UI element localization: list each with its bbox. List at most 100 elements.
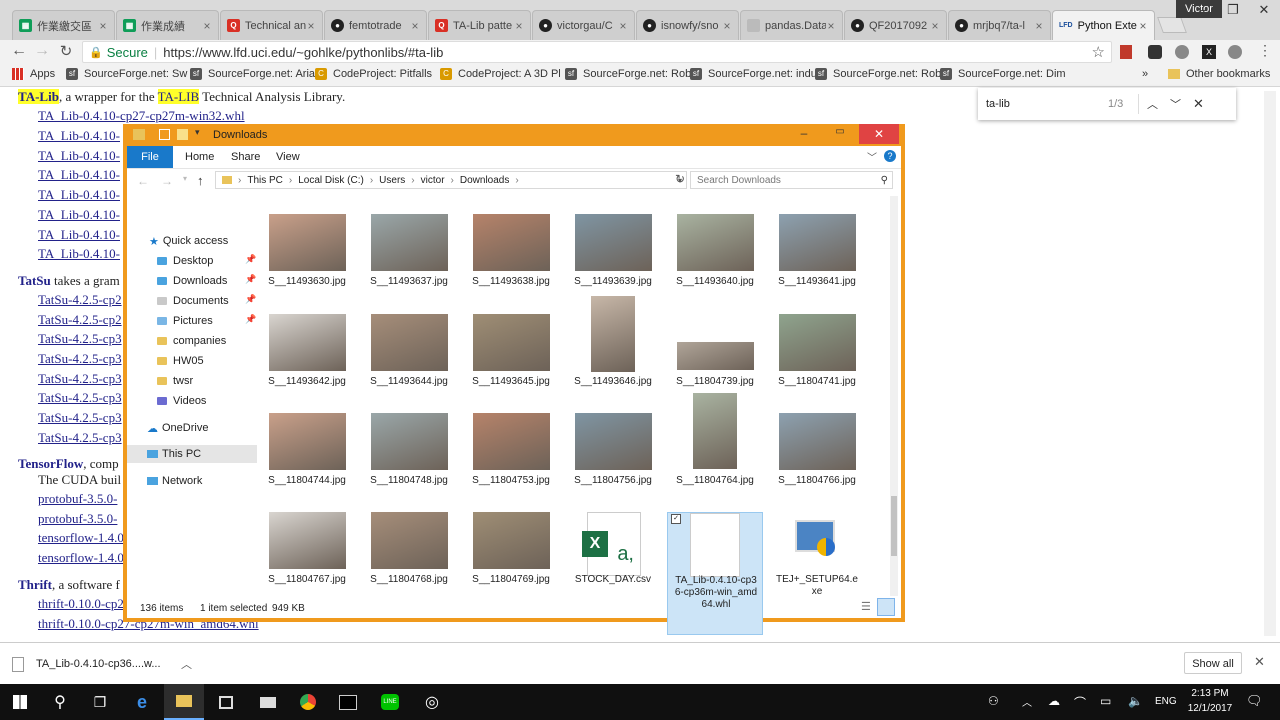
breadcrumb-item[interactable]: Downloads: [460, 175, 509, 186]
breadcrumb-item[interactable]: Users: [379, 175, 405, 186]
bookmark-item[interactable]: sf SourceForge.net: Aria: [190, 68, 315, 80]
nav-onedrive[interactable]: ☁ OneDrive: [147, 419, 208, 437]
language-indicator[interactable]: ENG: [1155, 696, 1177, 707]
onedrive-icon[interactable]: ☁: [1048, 694, 1060, 708]
terminal-icon[interactable]: [328, 684, 368, 720]
page-scrollbar[interactable]: [1264, 91, 1276, 636]
download-link[interactable]: protobuf-3.5.0-: [38, 511, 117, 527]
download-link[interactable]: TA_Lib-0.4.10-: [38, 148, 120, 164]
download-link[interactable]: TatSu-4.2.5-cp3: [38, 390, 122, 406]
people-icon[interactable]: ⚇: [988, 694, 999, 708]
close-button[interactable]: ✕: [859, 124, 899, 144]
download-link[interactable]: TA_Lib-0.4.10-: [38, 207, 120, 223]
nav-network[interactable]: Network: [147, 472, 202, 490]
talib-heading[interactable]: TA-Lib: [18, 89, 59, 104]
nav-downloads[interactable]: Downloads: [157, 272, 227, 290]
ribbon-tab-file[interactable]: File: [127, 146, 173, 168]
bookmark-item[interactable]: sf SourceForge.net: Rob: [565, 68, 691, 80]
ribbon-tab-view[interactable]: View: [276, 151, 300, 163]
find-close-icon[interactable]: ✕: [1193, 96, 1204, 112]
close-tab-icon[interactable]: ×: [930, 19, 940, 33]
download-link[interactable]: tensorflow-1.4.0: [38, 530, 124, 546]
file-item[interactable]: S__11804753.jpg: [463, 413, 559, 509]
nav-this-pc[interactable]: This PC: [127, 445, 257, 463]
close-shelf-icon[interactable]: ✕: [1254, 654, 1265, 670]
up-arrow-icon[interactable]: ↑: [197, 173, 204, 188]
ribbon-tab-share[interactable]: Share: [231, 151, 260, 163]
refresh-icon[interactable]: ↻: [675, 172, 685, 186]
nav-videos[interactable]: Videos: [157, 392, 206, 410]
store-icon[interactable]: [206, 684, 246, 720]
download-link[interactable]: TA_Lib-0.4.10-cp27-cp27m-win32.whl: [38, 108, 245, 124]
close-tab-icon[interactable]: ×: [410, 19, 420, 33]
nav-quick-access[interactable]: ★ Quick access: [149, 232, 228, 250]
edge-icon[interactable]: e: [122, 684, 162, 720]
menu-icon[interactable]: ⋮: [1258, 42, 1272, 60]
find-next-icon[interactable]: ﹀: [1170, 96, 1181, 112]
properties-icon[interactable]: [159, 129, 170, 140]
chevron-up-icon[interactable]: ︿: [1022, 694, 1032, 709]
browser-tab-active[interactable]: LFD Python Exte ×: [1052, 10, 1155, 40]
close-tab-icon[interactable]: ×: [98, 19, 108, 33]
browser-tab[interactable]: Q TA-Lib patte ×: [428, 10, 531, 40]
network-icon[interactable]: ⌒: [1074, 694, 1086, 711]
show-all-button[interactable]: Show all: [1184, 652, 1242, 674]
line-icon[interactable]: LINE: [370, 684, 410, 720]
file-item[interactable]: S__11493646.jpg: [565, 296, 661, 410]
file-item[interactable]: S__11493642.jpg: [259, 314, 355, 410]
nav-desktop[interactable]: Desktop: [157, 252, 213, 270]
download-link[interactable]: TatSu-4.2.5-cp3: [38, 430, 122, 446]
battery-icon[interactable]: ▭: [1100, 694, 1111, 708]
find-input[interactable]: ta-lib: [986, 98, 1108, 110]
close-tab-icon[interactable]: ×: [618, 19, 628, 33]
breadcrumb-item[interactable]: Local Disk (C:): [298, 175, 364, 186]
file-item[interactable]: S__11493630.jpg: [259, 214, 355, 310]
nav-folder[interactable]: HW05: [157, 352, 204, 370]
file-item[interactable]: S__11493640.jpg: [667, 214, 763, 310]
other-bookmarks[interactable]: Other bookmarks: [1168, 68, 1270, 80]
browser-tab[interactable]: ● femtotrade ×: [324, 10, 427, 40]
download-link[interactable]: TatSu-4.2.5-cp3: [38, 371, 122, 387]
file-item[interactable]: S__11804741.jpg: [769, 314, 865, 410]
file-item[interactable]: S__11804767.jpg: [259, 512, 355, 608]
file-item[interactable]: Xa, STOCK_DAY.csv: [565, 512, 661, 608]
download-link[interactable]: TatSu-4.2.5-cp3: [38, 410, 122, 426]
extension-icon[interactable]: [1120, 45, 1132, 59]
extension-icon[interactable]: X: [1202, 45, 1216, 59]
download-link[interactable]: thrift-0.10.0-cp2: [38, 596, 124, 612]
help-icon[interactable]: ?: [884, 150, 896, 162]
nav-documents[interactable]: Documents: [157, 292, 229, 310]
file-item[interactable]: S__11804766.jpg: [769, 413, 865, 509]
file-item[interactable]: S__11804768.jpg: [361, 512, 457, 608]
find-prev-icon[interactable]: ︿: [1147, 96, 1158, 112]
close-tab-icon[interactable]: ×: [1138, 19, 1148, 33]
mail-icon[interactable]: [248, 684, 288, 720]
browser-tab[interactable]: ● mrjbq7/ta-l ×: [948, 10, 1051, 40]
file-item[interactable]: S__11493645.jpg: [463, 314, 559, 410]
recent-dropdown-icon[interactable]: ▾: [183, 174, 187, 183]
close-window-button[interactable]: ✕: [1248, 0, 1280, 20]
clock-date[interactable]: 12/1/2017: [1185, 703, 1235, 714]
extension-icon[interactable]: [1228, 45, 1242, 59]
checkbox[interactable]: ✓: [671, 514, 681, 524]
action-center-icon[interactable]: 🗨: [1246, 693, 1263, 709]
extension-icon[interactable]: [1175, 45, 1189, 59]
address-breadcrumb[interactable]: › This PC › Local Disk (C:) › Users › victo…: [215, 171, 687, 189]
file-item[interactable]: S__11804744.jpg: [259, 413, 355, 509]
download-link[interactable]: tensorflow-1.4.0: [38, 550, 124, 566]
file-item[interactable]: TEJ+_SETUP64.exe: [769, 512, 865, 608]
back-arrow-icon[interactable]: ←: [137, 174, 149, 188]
download-link[interactable]: TA_Lib-0.4.10-: [38, 128, 120, 144]
minimize-button[interactable]: –: [791, 126, 817, 142]
bookmark-item[interactable]: sf SourceForge.net: Rob: [815, 68, 941, 80]
chrome-icon[interactable]: [288, 684, 328, 720]
app-icon[interactable]: ◎: [412, 684, 452, 720]
download-link[interactable]: TA_Lib-0.4.10-: [38, 246, 120, 262]
download-link[interactable]: TA_Lib-0.4.10-: [38, 187, 120, 203]
breadcrumb-item[interactable]: victor: [421, 175, 445, 186]
bookmark-item[interactable]: C CodeProject: A 3D Pl: [440, 68, 561, 80]
ribbon-expand-icon[interactable]: ﹀: [867, 149, 877, 164]
extension-icon[interactable]: [1148, 45, 1162, 59]
bookmark-item[interactable]: sf SourceForge.net: Dim: [940, 68, 1066, 80]
file-item[interactable]: S__11493641.jpg: [769, 214, 865, 310]
